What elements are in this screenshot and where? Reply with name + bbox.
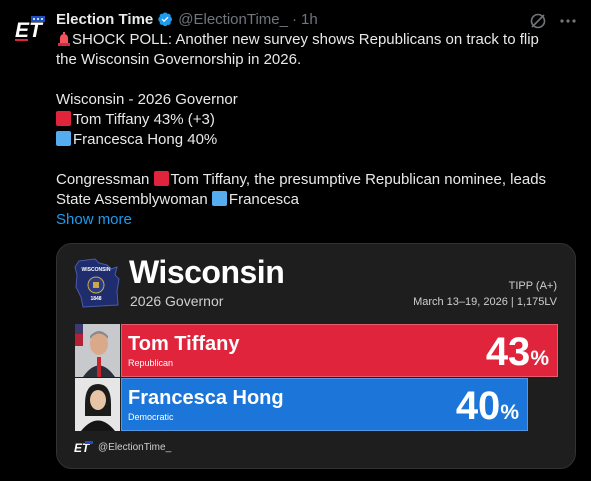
candidate-percentage: 43% <box>485 330 549 374</box>
tweet-text-line-1: SHOCK POLL: Another new survey shows Rep… <box>72 31 539 48</box>
candidate-party: Democratic <box>128 412 174 422</box>
tweet-text-line-6a: Congressman <box>56 171 154 188</box>
text-line: SHOCK POLL: Another new survey shows Rep… <box>56 30 576 50</box>
tweet-text-line-5: Francesca Hong 40% <box>73 131 218 148</box>
graphic-footer: ET @ElectionTime_ <box>74 440 171 454</box>
candidate-photo-avatar <box>75 324 120 377</box>
tweet-header: Election Time @ElectionTime_ · 1h <box>56 9 571 29</box>
grok-icon[interactable] <box>528 11 548 31</box>
red-square-emoji-icon <box>153 171 169 186</box>
graphic-subtitle: 2026 Governor <box>130 293 224 309</box>
poll-dates-sample: March 13–19, 2026 | 1,175LV <box>413 296 557 308</box>
candidate-percentage: 40% <box>455 384 519 428</box>
poll-graphic[interactable]: WISCONSIN 1848 Wisconsin 2026 Governor T… <box>56 243 576 469</box>
text-line: Tom Tiffany 43% (+3) <box>56 110 576 130</box>
blue-square-emoji-icon <box>56 131 71 146</box>
show-more-link[interactable]: Show more <box>56 211 132 228</box>
tweet-text-line-4: Tom Tiffany 43% (+3) <box>73 111 215 128</box>
candidate-name: Francesca Hong <box>128 387 284 409</box>
graphic-title: Wisconsin <box>129 254 285 290</box>
svg-text:ET: ET <box>15 19 44 42</box>
candidate-bar: Tom Tiffany Republican 43% <box>121 324 558 377</box>
text-line: Congressman Tom Tiffany, the presumptive… <box>56 170 576 190</box>
separator-dot: · <box>291 10 297 28</box>
tweet-text-line-2: the Wisconsin Governorship in 2026. <box>56 51 302 68</box>
tweet-text-line-7b: Francesca <box>228 191 299 208</box>
candidate-party: Republican <box>128 358 174 368</box>
candidate-photo-avatar <box>75 378 120 431</box>
timestamp[interactable]: 1h <box>301 11 318 28</box>
candidate-bar: Francesca Hong Democratic 40% <box>121 378 528 431</box>
blue-square-emoji-icon <box>211 191 227 206</box>
candidate-name: Tom Tiffany <box>128 333 240 355</box>
author-name[interactable]: Election Time <box>56 11 153 28</box>
text-line: State Assemblywoman Francesca <box>56 190 576 210</box>
author-handle[interactable]: @ElectionTime_ <box>178 11 288 28</box>
footer-handle: @ElectionTime_ <box>98 441 172 453</box>
text-line: Francesca Hong 40% <box>56 130 576 150</box>
red-square-emoji-icon <box>56 111 71 126</box>
verified-badge-icon[interactable] <box>157 11 173 27</box>
tweet-text-line-3: Wisconsin - 2026 Governor <box>56 91 238 108</box>
tweet-text-line-7a: State Assemblywoman <box>56 191 212 208</box>
tweet-text: SHOCK POLL: Another new survey shows Rep… <box>56 30 576 230</box>
pollster-label: TIPP (A+) <box>508 280 557 292</box>
tweet: ET Election Time @ElectionTime_ · 1h SHO… <box>0 0 591 481</box>
author-avatar[interactable]: ET <box>14 13 45 44</box>
election-time-logo-icon: ET <box>15 16 45 42</box>
tweet-text-line-6b: Tom Tiffany, the presumptive Republican … <box>170 171 547 188</box>
siren-emoji-icon <box>56 31 72 47</box>
wisconsin-map-icon: WISCONSIN 1848 <box>73 257 123 313</box>
svg-text:WISCONSIN: WISCONSIN <box>82 267 111 273</box>
svg-text:1848: 1848 <box>90 296 101 302</box>
more-options-icon[interactable] <box>558 11 578 31</box>
election-time-logo-icon: ET <box>74 441 93 454</box>
